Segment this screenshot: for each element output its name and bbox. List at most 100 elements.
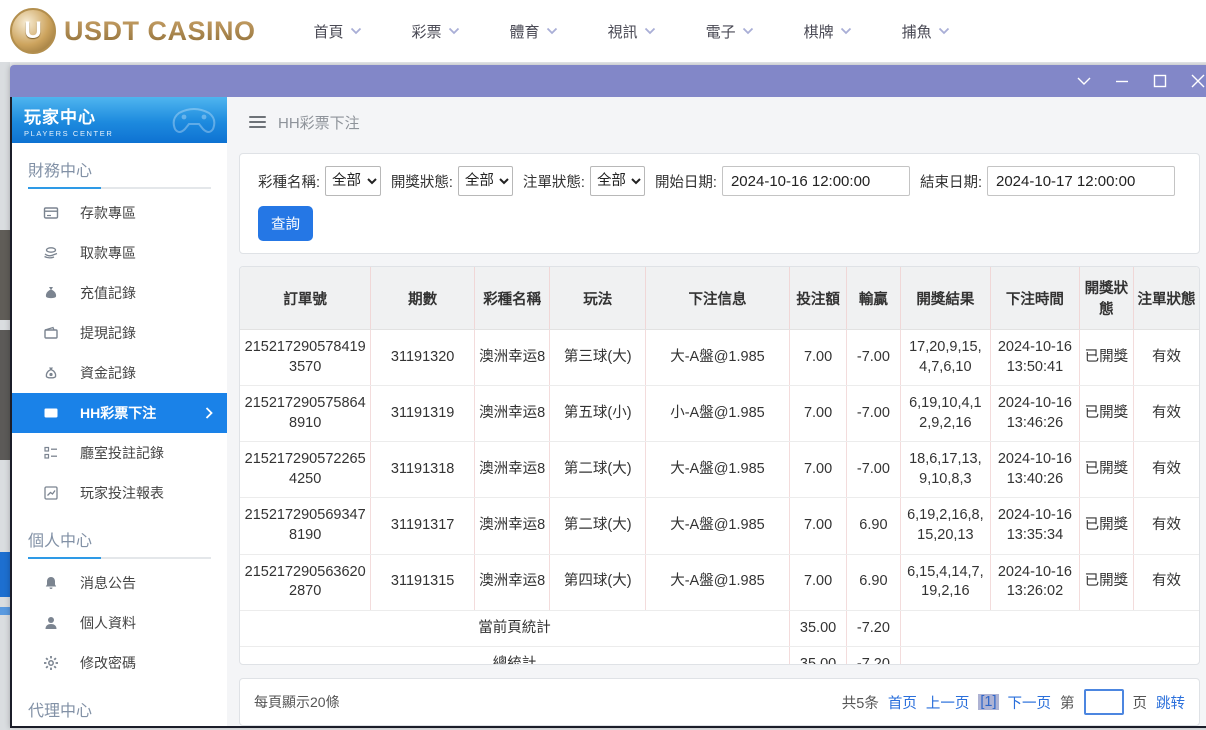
sidebar-item-lottery[interactable]: HH彩票下注 [12, 393, 227, 433]
table-cell: 31191315 [370, 554, 475, 611]
table-cell: 17,20,9,15,4,7,6,10 [899, 329, 991, 387]
topnav-item[interactable]: 彩票 [412, 21, 460, 42]
column-header: 訂單號 [240, 267, 371, 330]
report-icon [42, 484, 60, 502]
start-date-input[interactable] [721, 166, 910, 196]
sidebar-item-cashout[interactable]: 提現記錄 [12, 313, 227, 353]
table-cell: 第三球(大) [549, 329, 646, 387]
player-center-window: 玩家中心 PLAYERS CENTER 財務中心 存款專區 取款專區 充值記錄 … [10, 65, 1206, 728]
window-titlebar [10, 65, 1206, 97]
hamburger-menu-icon[interactable] [249, 115, 266, 129]
minimize-icon[interactable] [1114, 73, 1130, 89]
sidebar-section-label: 財務中心 [28, 163, 93, 180]
page-jump-input[interactable] [1083, 689, 1124, 716]
close-icon[interactable] [1190, 73, 1206, 89]
lottery-name-label: 彩種名稱: [258, 174, 321, 191]
jump-prefix-label: 第 [1060, 695, 1075, 712]
first-page-link[interactable]: 首页 [888, 692, 917, 713]
table-cell: 2152172905784193570 [240, 329, 371, 387]
topnav-item[interactable]: 捕魚 [902, 21, 950, 42]
table-cell: 有效 [1133, 329, 1199, 387]
table-cell: 2152172905693478190 [240, 497, 371, 555]
table-row: 2152172905722654250 31191318 澳洲幸运8 第二球(大) 大-… [240, 441, 1199, 499]
sidebar-item-report[interactable]: 玩家投注報表 [12, 473, 227, 513]
search-button[interactable]: 查詢 [258, 206, 313, 241]
topnav-item[interactable]: 電子 [706, 21, 754, 42]
column-header: 下注信息 [645, 267, 790, 330]
background-fragment [0, 330, 10, 460]
lottery-name-select[interactable]: 全部 [325, 166, 381, 196]
column-header: 彩種名稱 [473, 267, 550, 330]
order-status-select[interactable]: 全部 [589, 166, 645, 196]
table-cell: 已開獎 [1078, 497, 1134, 555]
sidebar: 玩家中心 PLAYERS CENTER 財務中心 存款專區 取款專區 充值記錄 … [12, 97, 227, 726]
topnav-item[interactable]: 首頁 [314, 21, 362, 42]
sidebar-item-withdraw[interactable]: 取款專區 [12, 233, 227, 273]
sidebar-item-funds[interactable]: 資金記錄 [12, 353, 227, 393]
table-row: 2152172905636202870 31191315 澳洲幸运8 第四球(大) 大-… [240, 554, 1199, 611]
summary-cell: 當前頁統計 [240, 610, 790, 648]
table-cell: 有效 [1133, 385, 1199, 443]
table-cell: 澳洲幸运8 [473, 385, 550, 443]
filter-panel: 彩種名稱: 全部 開獎狀態: 全部 注單狀態: 全部 開始日期: 結束日期: 查… [239, 153, 1200, 254]
table-cell: 31191317 [370, 497, 475, 555]
summary-row: 總統計 35.00 -7.20 [240, 646, 1199, 665]
sidebar-section-label: 代理中心 [28, 703, 93, 720]
topnav-item[interactable]: 棋牌 [804, 21, 852, 42]
table-cell: 6.90 [846, 497, 901, 555]
table-cell: 2024-10-16 13:50:41 [990, 329, 1080, 387]
table-cell: 31191319 [370, 385, 475, 443]
sidebar-item-bell[interactable]: 消息公告 [12, 563, 227, 603]
logo-coin-icon: U [10, 8, 56, 54]
table-cell: -7.00 [846, 329, 901, 387]
sidebar-item-profile[interactable]: 個人資料 [12, 603, 227, 643]
total-count: 共5条 [841, 695, 879, 712]
table-cell: 澳洲幸运8 [473, 441, 550, 499]
brand-logo[interactable]: U USDT CASINO [10, 8, 256, 54]
topnav-item[interactable]: 體育 [510, 21, 558, 42]
table-cell: 澳洲幸运8 [473, 497, 550, 555]
current-page-badge: [1] [978, 694, 999, 711]
recharge-icon [42, 284, 60, 302]
jump-link[interactable]: 跳转 [1156, 692, 1185, 713]
top-navbar: U USDT CASINO 首頁 彩票 體育 視訊 電子 棋牌 捕魚 [0, 0, 1206, 62]
draw-status-label: 開獎狀態: [390, 174, 453, 191]
column-header: 投注額 [788, 267, 847, 330]
maximize-icon[interactable] [1152, 73, 1168, 89]
table-cell: 大-A盤@1.985 [645, 441, 790, 499]
column-header: 期數 [370, 267, 475, 330]
collapse-icon[interactable] [1076, 73, 1092, 89]
sidebar-item-recharge[interactable]: 充值記錄 [12, 273, 227, 313]
deposit-icon [42, 204, 60, 222]
table-row: 2152172905784193570 31191320 澳洲幸运8 第三球(大) 大-… [240, 329, 1199, 387]
next-page-link[interactable]: 下一页 [1008, 692, 1052, 713]
background-page-edge [0, 62, 10, 730]
chevron-down-icon [742, 27, 753, 35]
sidebar-item-gear[interactable]: 修改密碼 [12, 643, 227, 683]
table-cell: 大-A盤@1.985 [645, 329, 790, 387]
prev-page-link[interactable]: 上一页 [926, 692, 970, 713]
chevron-down-icon [938, 27, 949, 35]
table-cell: 6.90 [846, 554, 901, 611]
table-cell: -7.00 [846, 441, 901, 499]
table-cell: 澳洲幸运8 [473, 329, 550, 387]
sidebar-item-deposit[interactable]: 存款專區 [12, 193, 227, 233]
end-date-input[interactable] [987, 166, 1175, 196]
bets-table: 訂單號 期數 彩種名稱 玩法 下注信息 投注額 輸贏 開獎結果 下注時間 開獎狀態 注單狀態 215… [240, 267, 1199, 665]
background-fragment [0, 552, 10, 597]
order-status-label: 注單狀態: [522, 174, 585, 191]
table-row: 2152172905758648910 31191319 澳洲幸运8 第五球(小) 小-… [240, 385, 1199, 443]
table-cell: 第五球(小) [549, 385, 646, 443]
bell-icon [42, 574, 60, 592]
table-cell: 澳洲幸运8 [473, 554, 550, 611]
table-cell: 已開獎 [1078, 385, 1134, 443]
background-fragment [0, 230, 10, 320]
sidebar-section: 個人中心 消息公告 個人資料 修改密碼 [12, 513, 227, 683]
sidebar-section: 財務中心 存款專區 取款專區 充值記錄 提現記錄 資金記錄 HH彩票下注 廳室投… [12, 143, 227, 513]
table-cell: 第二球(大) [549, 497, 646, 555]
draw-status-select[interactable]: 全部 [457, 166, 513, 196]
topnav-item[interactable]: 視訊 [608, 21, 656, 42]
sidebar-item-hall-record[interactable]: 廳室投註記錄 [12, 433, 227, 473]
table-cell: 大-A盤@1.985 [645, 554, 790, 611]
table-cell: 有效 [1133, 441, 1199, 499]
